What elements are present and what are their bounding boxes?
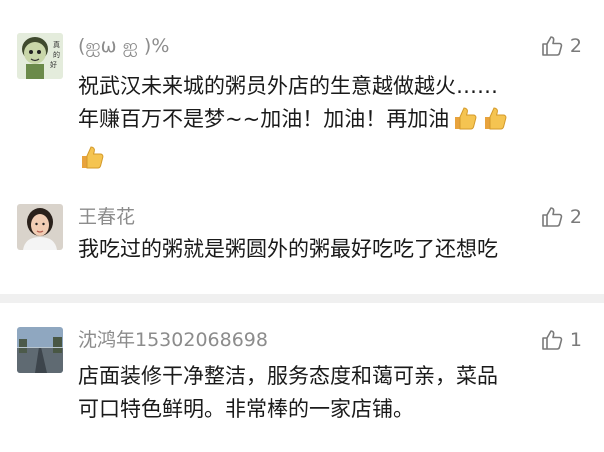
avatar-text-3: 好 [50,60,57,69]
avatar[interactable] [17,327,63,373]
comment-line: 店面装修干净整洁，服务态度和蔼可亲，菜品 [78,364,498,388]
username[interactable]: 沈鸿年15302068698 [78,328,268,352]
comment-item: 沈鸿年15302068698 1 店面装修干净整洁，服务态度和蔼可亲，菜品 可口… [0,303,604,452]
woman-photo-avatar-icon [17,204,63,250]
comment-line-with-emoji: 年赚百万不是梦~~加油！加油！再加油 [78,103,584,142]
comment-text: 祝武汉未来城的粥员外店的生意越做越火…… 年赚百万不是梦~~加油！加油！再加油 [78,70,584,181]
thumbs-up-icon [542,36,563,56]
comment-line: 我吃过的粥就是粥圆外的粥最好吃吃了还想吃 [78,237,498,261]
comment-text: 店面装修干净整洁，服务态度和蔼可亲，菜品 可口特色鲜明。非常棒的一家店铺。 [78,360,584,426]
section-divider [0,294,604,303]
username[interactable]: (ஐω ஐ )% [78,34,169,58]
like-count: 1 [569,329,582,351]
thumbs-up-emoji-icon [451,104,479,142]
avatar-text-2: 的 [53,50,60,59]
thumbs-up-emoji-icon [78,143,106,181]
comment-line-emoji [78,142,584,181]
thumbs-up-icon [542,207,563,227]
thumbs-up-icon [542,330,563,350]
thumbs-up-emoji-icon [481,104,509,142]
comment-item: 王春花 2 我吃过的粥就是粥圆外的粥最好吃吃了还想吃 [0,190,604,294]
avatar-text-1: 真 [53,40,60,49]
comment-text: 我吃过的粥就是粥圆外的粥最好吃吃了还想吃 [78,233,584,266]
like-button[interactable]: 1 [540,328,582,352]
street-photo-avatar-icon [17,327,63,373]
avatar[interactable] [17,204,63,250]
comment-item: 真 的 好 (ஐω ஐ )% 2 祝武汉未来城的粥员外店的生意越做越火…… 年赚… [0,0,604,190]
cartoon-boy-avatar-icon: 真 的 好 [17,33,63,79]
username[interactable]: 王春花 [78,205,135,229]
like-button[interactable]: 2 [540,34,582,58]
comment-line: 年赚百万不是梦~~加油！加油！再加油 [78,107,450,131]
like-count: 2 [569,35,582,57]
avatar[interactable]: 真 的 好 [17,33,63,79]
comment-line: 祝武汉未来城的粥员外店的生意越做越火…… [78,74,498,98]
comment-line: 可口特色鲜明。非常棒的一家店铺。 [78,397,414,421]
like-button[interactable]: 2 [540,205,582,229]
like-count: 2 [569,206,582,228]
